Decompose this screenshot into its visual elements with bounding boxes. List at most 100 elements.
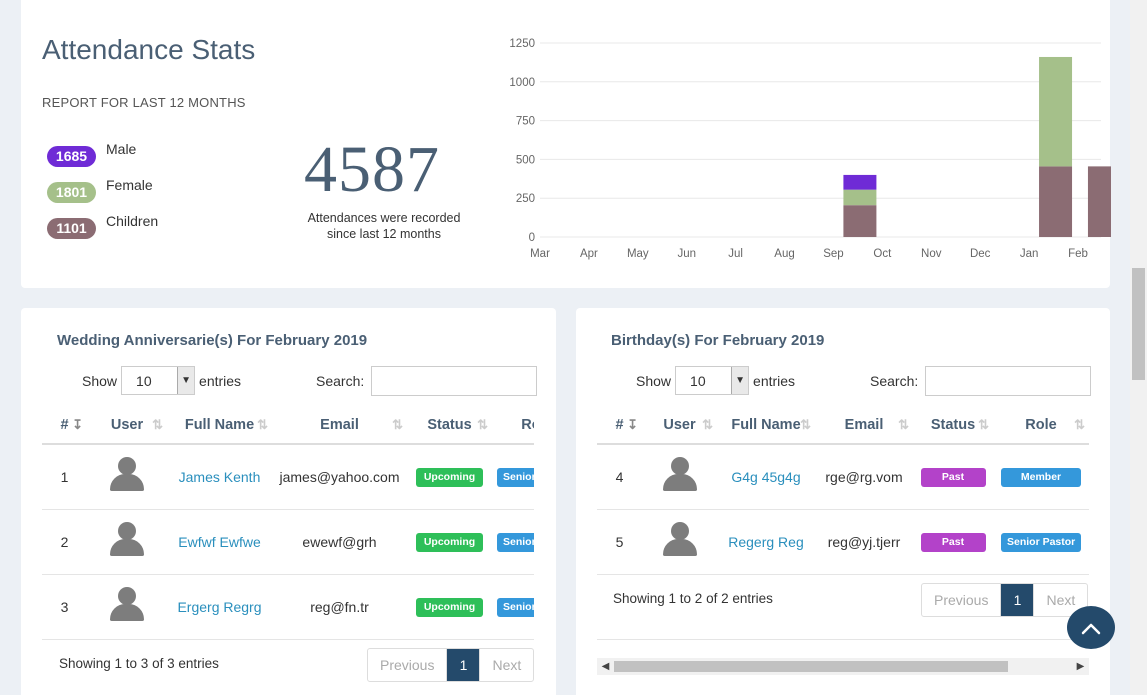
male-count-badge: 1685: [47, 145, 96, 167]
sort-icon: ⇅: [1074, 417, 1085, 432]
legend-label: Female: [106, 177, 153, 193]
search-input[interactable]: [925, 366, 1092, 396]
sort-icon: ⇅: [800, 417, 811, 432]
bar-segment: [843, 205, 877, 237]
status-badge: Upcoming: [416, 467, 483, 487]
pagination: Previous 1 Next: [921, 583, 1089, 617]
col-user[interactable]: User ⇅: [642, 406, 717, 445]
col-status[interactable]: Status ⇅: [913, 406, 993, 445]
status-cell: Past: [913, 509, 993, 575]
table-row: 4 G4g 45g4g rge@rg.vom Past Member: [597, 444, 1089, 510]
col-num[interactable]: # ↧: [597, 406, 642, 445]
search-label: Search:: [870, 373, 919, 389]
col-email[interactable]: Email ⇅: [272, 406, 407, 445]
x-tick-label: Jul: [728, 248, 743, 260]
role-cell: Senior Pastor: [492, 444, 534, 510]
x-tick-label: May: [627, 248, 649, 260]
previous-button[interactable]: Previous: [922, 584, 1000, 616]
user-link[interactable]: Regerg Reg: [728, 534, 804, 550]
x-tick-label: Dec: [970, 248, 991, 260]
user-cell: [642, 444, 717, 510]
role-badge: Senior Pastor: [497, 467, 534, 487]
horizontal-scrollbar[interactable]: ◀ ▶: [597, 658, 1089, 675]
status-cell: Upcoming: [407, 509, 492, 575]
full-name-cell: James Kenth: [167, 444, 272, 510]
role-badge: Senior Pastor: [497, 532, 534, 552]
user-cell: [642, 509, 717, 575]
scroll-to-top-button[interactable]: [1067, 606, 1115, 649]
col-num[interactable]: # ↧: [42, 406, 87, 445]
birthdays-panel: Birthday(s) For February 2019 Show 10 ▼ …: [576, 308, 1110, 695]
avatar: [109, 457, 145, 493]
row-number: 2: [42, 509, 87, 575]
page-size-value: 10: [690, 372, 706, 389]
y-tick-label: 0: [529, 232, 535, 244]
sort-icon: ⇅: [392, 417, 403, 432]
sort-icon: ⇅: [477, 417, 488, 432]
bar-segment: [1039, 56, 1073, 167]
user-link[interactable]: James Kenth: [179, 469, 261, 485]
col-full-name[interactable]: Full Name ⇅: [717, 406, 815, 445]
status-badge: Past: [920, 467, 986, 487]
scroll-left-icon[interactable]: ◀: [597, 658, 614, 675]
col-email[interactable]: Email ⇅: [815, 406, 913, 445]
table-row: 3 Ergerg Regrg reg@fn.tr Upcoming Senior…: [42, 574, 534, 640]
show-label: Show: [636, 372, 672, 389]
user-link[interactable]: G4g 45g4g: [731, 469, 800, 485]
email-cell: ewewf@grh: [272, 509, 407, 575]
show-label: Show: [82, 372, 118, 389]
user-cell: [87, 574, 167, 640]
col-role[interactable]: Role ⇅: [993, 406, 1089, 445]
table-row: 2 Ewfwf Ewfwe ewewf@grh Upcoming Senior …: [42, 509, 534, 575]
total-attendance: 4587: [304, 133, 440, 206]
page-size-select[interactable]: 10 ▼: [675, 366, 750, 395]
col-role[interactable]: Role: [492, 406, 534, 445]
page-1-button[interactable]: 1: [446, 649, 481, 681]
pagination: Previous 1 Next: [367, 648, 535, 682]
sort-icon: ⇅: [978, 417, 989, 432]
user-link[interactable]: Ergerg Regrg: [177, 599, 261, 615]
page-length-control: Show 10 ▼ entries: [636, 366, 795, 395]
table-row: 5 Regerg Reg reg@yj.tjerr Past Senior Pa…: [597, 509, 1089, 575]
col-status[interactable]: Status ⇅: [407, 406, 492, 445]
email-cell: reg@yj.tjerr: [815, 509, 913, 575]
x-tick-label: Sep: [823, 248, 843, 260]
page-1-button[interactable]: 1: [1000, 584, 1035, 616]
status-badge: Upcoming: [416, 532, 483, 552]
user-cell: [87, 509, 167, 575]
email-cell: james@yahoo.com: [272, 444, 407, 510]
next-button[interactable]: Next: [480, 649, 533, 681]
email-cell: rge@rg.vom: [815, 444, 913, 510]
wedding-anniversaries-panel: Wedding Anniversarie(s) For February 201…: [21, 308, 556, 695]
birthday-table: # ↧ User ⇅ Full Name ⇅ Email ⇅ Status ⇅ Role ⇅…: [597, 406, 1089, 575]
role-cell: Senior Pastor: [993, 509, 1089, 575]
table-row: 1 James Kenth james@yahoo.com Upcoming S…: [42, 444, 534, 510]
page-length-control: Show 10 ▼ entries: [82, 366, 241, 395]
row-number: 4: [597, 444, 642, 510]
scroll-right-icon[interactable]: ▶: [1072, 658, 1089, 675]
full-name-cell: G4g 45g4g: [717, 444, 815, 510]
user-link[interactable]: Ewfwf Ewfwe: [178, 534, 260, 550]
role-badge: Member: [1001, 467, 1081, 487]
total-caption: Attendances were recorded since last 12 …: [307, 211, 461, 241]
previous-button[interactable]: Previous: [368, 649, 446, 681]
divider: [597, 639, 1089, 640]
status-cell: Past: [913, 444, 993, 510]
user-cell: [87, 444, 167, 510]
avatar: [662, 522, 698, 558]
stats-subtitle: REPORT FOR LAST 12 MONTHS: [42, 95, 246, 110]
entries-label: entries: [753, 372, 796, 389]
vertical-scrollbar[interactable]: [1130, 0, 1147, 695]
y-tick-label: 1000: [509, 77, 535, 89]
x-tick-label: Jan: [1020, 248, 1039, 260]
scrollbar-thumb[interactable]: [1132, 268, 1145, 380]
page-size-select[interactable]: 10 ▼: [121, 366, 196, 395]
col-full-name[interactable]: Full Name ⇅: [167, 406, 272, 445]
role-cell: Senior Pastor: [492, 509, 534, 575]
wedding-table: #↧ User⇅ Full Name⇅ Email⇅ Status⇅ Role …: [42, 406, 534, 640]
full-name-cell: Regerg Reg: [717, 509, 815, 575]
col-user[interactable]: User ⇅: [87, 406, 167, 445]
avatar: [109, 522, 145, 558]
search-input[interactable]: [371, 366, 538, 396]
scrollbar-thumb[interactable]: [614, 661, 1008, 672]
